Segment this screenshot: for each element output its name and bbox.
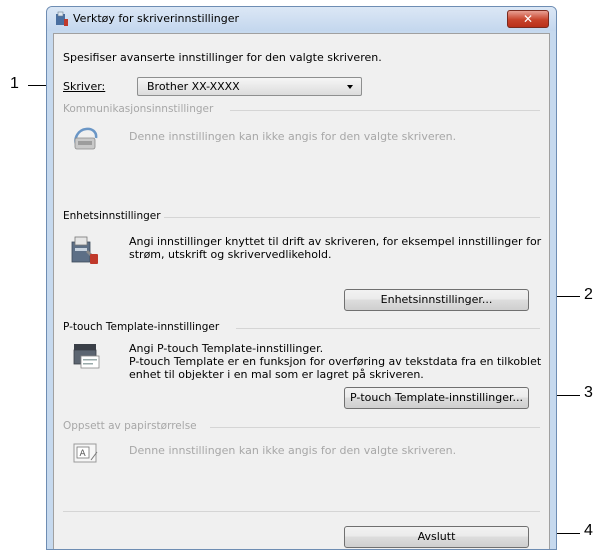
paper-group-title: Oppsett av papirstørrelse [63,420,197,432]
exit-button-label: Avslutt [417,530,456,543]
template-printer-icon [73,344,100,369]
device-group-title: Enhetsinnstillinger [63,210,161,222]
printer-label: Skriver: [63,80,106,93]
device-settings-button-label: Enhetsinnstillinger... [380,293,493,306]
printer-tool-icon [56,11,68,26]
callout-3: 3 [584,384,593,401]
callout-4: 4 [584,522,593,539]
network-icon [74,127,98,150]
chevron-down-icon [347,85,353,89]
callout-2: 2 [584,286,593,303]
printer-settings-icon [71,236,98,264]
ptouch-template-settings-button[interactable]: P-touch Template-innstillinger... [344,387,529,409]
device-settings-button[interactable]: Enhetsinnstillinger... [344,289,529,311]
divider [164,217,540,218]
divider [236,328,540,329]
exit-button[interactable]: Avslutt [344,526,529,548]
close-button[interactable]: ✕ [507,10,549,28]
ptouch-description-line: P-touch Template er en funksjon for over… [129,355,542,368]
divider [63,511,540,512]
communication-group-title: Kommunikasjonsinnstillinger [63,103,214,115]
printer-selected-value: Brother XX-XXXX [147,80,240,93]
device-description-line: strøm, utskrift og skrivervedlikehold. [129,248,332,261]
title-bar[interactable]: Verktøy for skriverinnstillinger ✕ [47,7,556,31]
intro-text: Spesifiser avanserte innstillinger for d… [63,51,382,64]
window-title: Verktøy for skriverinnstillinger [73,12,239,25]
ptouch-description: Angi P-touch Template-innstillinger. P-t… [129,342,541,381]
ptouch-description-line: Angi P-touch Template-innstillinger. [129,342,324,355]
settings-dialog: Verktøy for skriverinnstillinger ✕ Spesi… [46,6,557,550]
callout-1: 1 [10,75,19,92]
printer-select[interactable]: Brother XX-XXXX [137,77,362,96]
ptouch-template-settings-button-label: P-touch Template-innstillinger... [349,391,524,404]
paper-description: Denne innstillingen kan ikke angis for d… [129,444,457,457]
device-description: Angi innstillinger knyttet til drift av … [129,235,541,261]
divider [230,110,540,111]
ptouch-group-title: P-touch Template-innstillinger [63,321,220,333]
paper-size-icon: A [73,443,98,463]
svg-text:A: A [80,449,87,459]
device-description-line: Angi innstillinger knyttet til drift av … [129,235,542,248]
divider [210,427,540,428]
ptouch-description-line: enhet til objekter i en mal som er lagre… [129,368,424,381]
communication-description: Denne innstillingen kan ikke angis for d… [129,130,457,143]
dialog-body: Spesifiser avanserte innstillinger for d… [53,33,550,549]
